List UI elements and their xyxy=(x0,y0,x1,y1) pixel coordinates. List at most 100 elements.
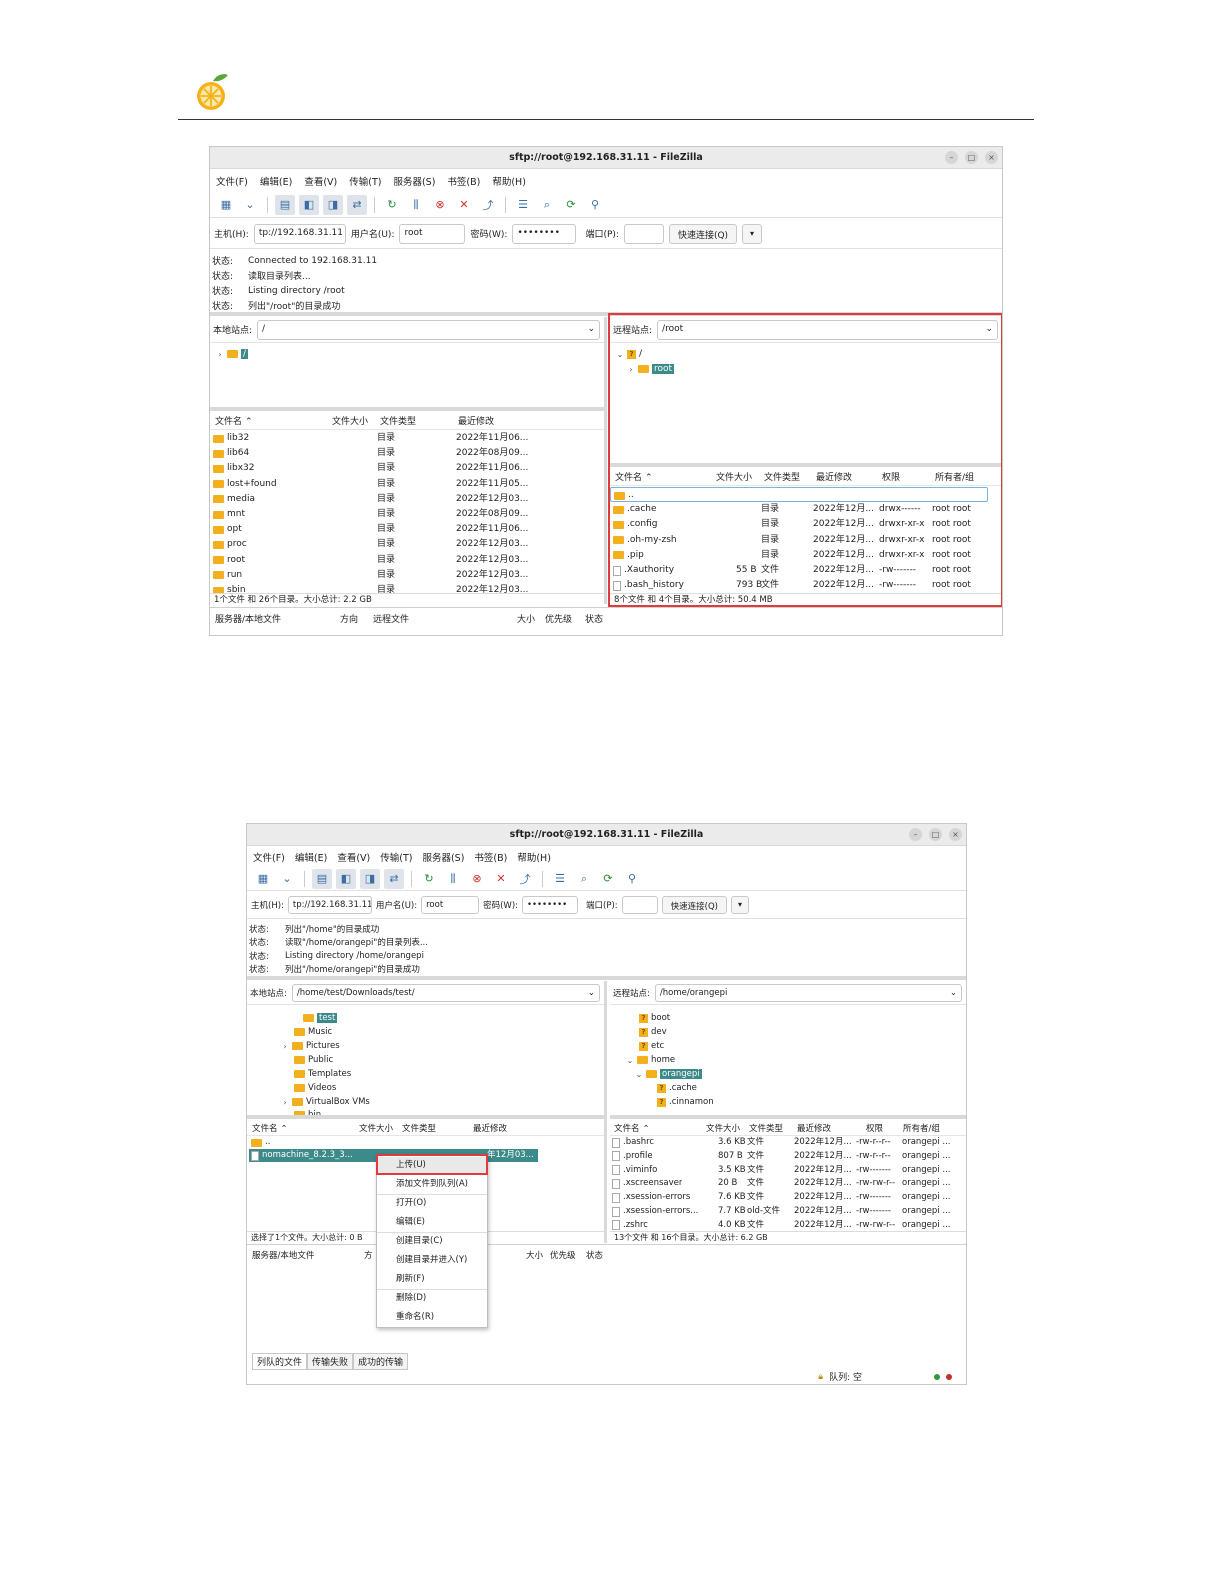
chevron-down-icon[interactable]: ⌄ xyxy=(240,195,260,215)
ctx-open[interactable]: 打开(O) xyxy=(377,1195,487,1212)
toggle-log-icon[interactable]: ▤ xyxy=(312,868,332,889)
col-filename[interactable]: 文件名 ⌃ xyxy=(252,1123,288,1136)
list-item[interactable]: .. xyxy=(247,1136,604,1149)
menu-edit[interactable]: 编辑(E) xyxy=(295,850,327,864)
maximize-icon[interactable]: □ xyxy=(965,151,978,164)
col-filetype[interactable]: 文件类型 xyxy=(749,1123,783,1136)
compare-icon[interactable]: ⌕ xyxy=(574,869,594,889)
list-item[interactable]: sbin 目录 2022年12月03... xyxy=(210,583,604,593)
queue-col-server-local[interactable]: 服务器/本地文件 xyxy=(215,612,281,625)
process-queue-icon[interactable]: ⫼ xyxy=(443,869,463,889)
menu-transfer[interactable]: 传输(T) xyxy=(380,850,412,864)
tree-item-virtualbox[interactable]: › VirtualBox VMs xyxy=(281,1095,369,1109)
menu-help[interactable]: 帮助(H) xyxy=(492,174,526,188)
chevron-right-icon[interactable]: › xyxy=(281,1042,289,1051)
tree-item-cinnamon[interactable]: ? .cinnamon xyxy=(657,1095,714,1109)
menu-view[interactable]: 查看(V) xyxy=(304,174,337,188)
tree-item-cache[interactable]: ? .cache xyxy=(657,1081,697,1095)
list-item[interactable]: .xsession-errors 7.6 KB 文件 2022年12月... -rw--… xyxy=(610,1191,966,1204)
ctx-upload[interactable]: 上传(U) xyxy=(377,1157,487,1174)
tree-item-dev[interactable]: ? dev xyxy=(639,1025,667,1039)
tab-failed-transfers[interactable]: 传输失败 xyxy=(307,1353,354,1370)
list-item[interactable]: opt 目录 2022年11月06... xyxy=(210,522,604,537)
ctx-refresh[interactable]: 刷新(F) xyxy=(377,1271,487,1288)
list-item[interactable]: lost+found 目录 2022年11月05... xyxy=(210,477,604,492)
col-modified[interactable]: 最近修改 xyxy=(816,471,852,486)
list-item[interactable]: .zshrc 4.0 KB 文件 2022年12月... -rw-rw-r-- orang… xyxy=(610,1219,966,1231)
menu-bookmarks[interactable]: 书签(B) xyxy=(447,174,480,188)
close-icon[interactable]: × xyxy=(985,151,998,164)
sync-browse-icon[interactable]: ⟳ xyxy=(598,869,618,889)
tab-successful-transfers[interactable]: 成功的传输 xyxy=(353,1353,409,1370)
col-permissions[interactable]: 权限 xyxy=(882,471,900,486)
close-icon[interactable]: × xyxy=(949,828,962,841)
queue-col-direction[interactable]: 方 xyxy=(364,1249,373,1261)
chevron-down-icon[interactable]: ⌄ xyxy=(587,324,595,336)
refresh-icon[interactable]: ↻ xyxy=(419,869,439,889)
list-item[interactable]: media 目录 2022年12月03... xyxy=(210,492,604,507)
refresh-icon[interactable]: ↻ xyxy=(382,195,402,215)
quickconnect-button[interactable]: 快速连接(Q) xyxy=(668,223,738,244)
ctx-create-dir-enter[interactable]: 创建目录并进入(Y) xyxy=(377,1252,487,1269)
toggle-local-tree-icon[interactable]: ◧ xyxy=(299,194,319,215)
menu-help[interactable]: 帮助(H) xyxy=(517,850,551,864)
menu-file[interactable]: 文件(F) xyxy=(253,850,285,864)
col-filesize[interactable]: 文件大小 xyxy=(332,415,368,430)
queue-col-direction[interactable]: 方向 xyxy=(340,612,358,625)
port-input[interactable] xyxy=(623,223,664,244)
password-input[interactable]: •••••••• xyxy=(522,896,579,914)
menu-bookmarks[interactable]: 书签(B) xyxy=(474,850,507,864)
tree-item-etc[interactable]: ? etc xyxy=(639,1039,664,1053)
port-input[interactable] xyxy=(621,896,658,914)
local-site-input[interactable]: /home/test/Downloads/test/ ⌄ xyxy=(291,983,600,1002)
queue-col-size[interactable]: 大小 xyxy=(526,1249,543,1261)
tree-item-home[interactable]: ⌄ home xyxy=(626,1053,675,1067)
cancel-icon[interactable]: ⊗ xyxy=(467,869,487,889)
menu-server[interactable]: 服务器(S) xyxy=(393,174,435,188)
queue-col-remote-file[interactable]: 远程文件 xyxy=(373,612,409,625)
col-filetype[interactable]: 文件类型 xyxy=(402,1123,436,1136)
list-item[interactable]: .Xauthority 55 B 文件 2022年12月... -rw------- ro… xyxy=(610,563,1002,578)
col-filetype[interactable]: 文件类型 xyxy=(764,471,800,486)
chevron-down-icon[interactable]: ⌄ xyxy=(616,350,624,359)
col-modified[interactable]: 最近修改 xyxy=(473,1123,507,1136)
ctx-create-dir[interactable]: 创建目录(C) xyxy=(377,1233,487,1250)
toggle-log-icon[interactable]: ▤ xyxy=(275,194,295,215)
menu-file[interactable]: 文件(F) xyxy=(216,174,248,188)
menu-edit[interactable]: 编辑(E) xyxy=(260,174,292,188)
toggle-remote-tree-icon[interactable]: ◨ xyxy=(323,194,343,215)
tree-item-templates[interactable]: Templates xyxy=(294,1067,351,1081)
queue-col-server-local[interactable]: 服务器/本地文件 xyxy=(252,1249,314,1261)
user-input[interactable]: root xyxy=(421,896,480,914)
queue-col-priority[interactable]: 优先级 xyxy=(545,612,572,625)
col-filename[interactable]: 文件名 ⌃ xyxy=(615,471,653,486)
list-item[interactable]: .config 目录 2022年12月... drwxr-xr-x root root xyxy=(610,517,1002,532)
list-item[interactable]: run 目录 2022年12月03... xyxy=(210,568,604,583)
queue-col-size[interactable]: 大小 xyxy=(517,612,535,625)
user-input[interactable]: root xyxy=(399,223,466,244)
remote-site-input[interactable]: /home/orangepi ⌄ xyxy=(654,983,962,1002)
tree-item-root[interactable]: › / xyxy=(216,347,249,361)
ctx-rename[interactable]: 重命名(R) xyxy=(377,1309,487,1326)
site-manager-icon[interactable]: ▦ xyxy=(216,195,236,215)
list-item[interactable]: proc 目录 2022年12月03... xyxy=(210,537,604,552)
password-input[interactable]: •••••••• xyxy=(512,223,577,244)
col-modified[interactable]: 最近修改 xyxy=(458,415,494,430)
chevron-down-icon[interactable]: ⌄ xyxy=(588,988,595,998)
queue-col-priority[interactable]: 优先级 xyxy=(550,1249,576,1261)
reconnect-icon[interactable]: ⤴ xyxy=(478,195,498,215)
tree-item-orangepi[interactable]: ⌄ orangepi xyxy=(635,1067,702,1081)
maximize-icon[interactable]: □ xyxy=(929,828,942,841)
col-modified[interactable]: 最近修改 xyxy=(797,1123,831,1136)
chevron-right-icon[interactable]: › xyxy=(216,350,224,359)
tree-item-root-dir[interactable]: › root xyxy=(627,362,675,376)
col-owner[interactable]: 所有者/组 xyxy=(935,471,974,486)
local-site-input[interactable]: / ⌄ xyxy=(257,319,600,340)
tree-item-boot[interactable]: ? boot xyxy=(639,1011,670,1025)
col-owner[interactable]: 所有者/组 xyxy=(903,1123,940,1136)
list-item[interactable]: .oh-my-zsh 目录 2022年12月... drwxr-xr-x root ro… xyxy=(610,533,1002,548)
host-input[interactable]: tp://192.168.31.11 xyxy=(287,896,372,914)
list-item[interactable]: lib64 目录 2022年08月09... xyxy=(210,446,604,461)
menu-server[interactable]: 服务器(S) xyxy=(422,850,464,864)
chevron-down-icon[interactable]: ⌄ xyxy=(985,324,993,336)
